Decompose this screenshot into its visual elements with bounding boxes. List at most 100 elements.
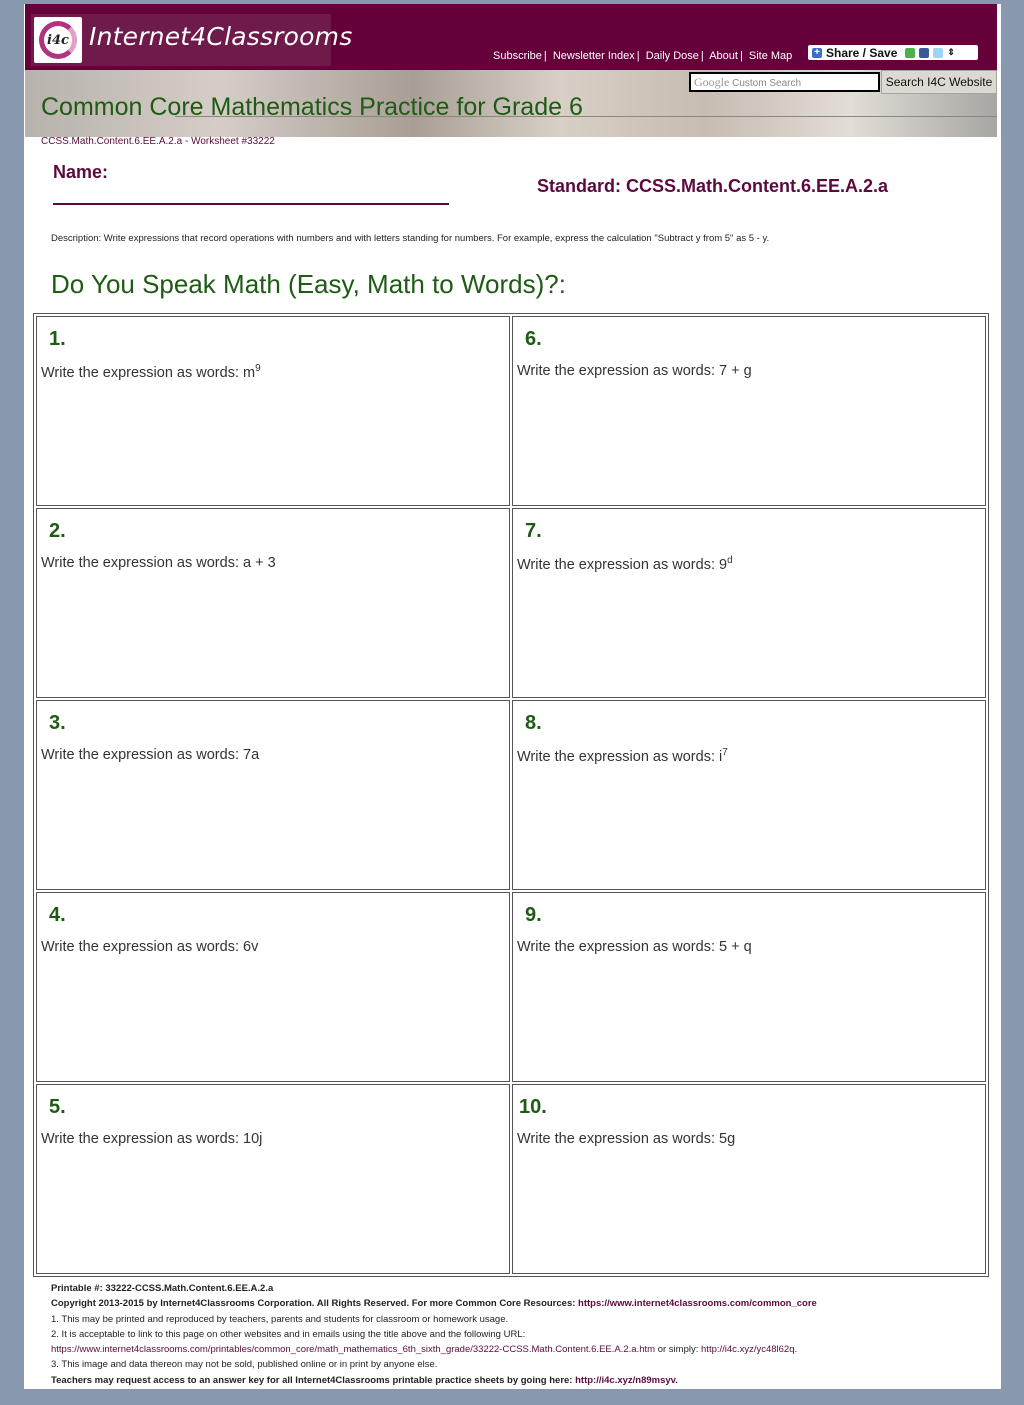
question-prompt: Write the expression as words: i7 [517, 747, 728, 765]
standard-label: Standard: CCSS.Math.Content.6.EE.A.2.a [537, 176, 889, 196]
section-heading: Do You Speak Math (Easy, Math to Words)?… [51, 269, 566, 299]
search-placeholder: Custom Search [732, 78, 802, 89]
nav-newsletter-index[interactable]: Newsletter Index [553, 50, 635, 62]
question-cell: 7. Write the expression as words: 9d [512, 508, 986, 698]
google-brand: Google [694, 75, 730, 89]
i4c-logo-icon: i4c [34, 17, 82, 63]
question-cell: 4. Write the expression as words: 6v [36, 892, 510, 1082]
footer: Printable #: 33222-CCSS.Math.Content.6.E… [51, 1281, 817, 1388]
printable-number: Printable #: 33222-CCSS.Math.Content.6.E… [51, 1283, 274, 1294]
nav-subscribe[interactable]: Subscribe [493, 50, 542, 62]
prompt-text: Write the expression as words: [517, 939, 720, 955]
nav-site-map[interactable]: Site Map [749, 50, 792, 62]
expression-exponent: 9 [255, 363, 261, 374]
share-plus-icon: + [812, 47, 822, 58]
separator: | [636, 50, 640, 62]
worksheet-id: CCSS.Math.Content.6.EE.A.2.a - Worksheet… [41, 136, 275, 147]
long-url-link[interactable]: https://www.internet4classrooms.com/prin… [51, 1344, 655, 1355]
description: Description: Write expressions that reco… [51, 233, 770, 244]
search-input[interactable]: Google Custom Search [689, 72, 880, 92]
nav-about[interactable]: About [709, 50, 738, 62]
expression-exponent: 7 [722, 747, 728, 758]
copyright-text: Copyright 2013-2015 by Internet4Classroo… [51, 1298, 579, 1310]
expression-base: 5 + q [719, 939, 752, 955]
prompt-text: Write the expression as words: [41, 1131, 244, 1147]
question-number: 10. [519, 1096, 547, 1118]
question-number: 7. [525, 520, 542, 542]
question-number: 6. [525, 328, 542, 350]
expression-base: m [243, 364, 256, 381]
question-number: 5. [49, 1096, 66, 1118]
question-prompt: Write the expression as words: 9d [517, 555, 733, 573]
logo-text: Internet4Classrooms [89, 22, 353, 51]
question-cell: 2. Write the expression as words: a + 3 [36, 508, 510, 698]
question-cell: 9. Write the expression as words: 5 + q [512, 892, 986, 1082]
question-prompt: Write the expression as words: 6v [41, 939, 258, 955]
expression-base: 5g [719, 1131, 736, 1147]
expression-base: 7a [243, 747, 260, 763]
note-1: 1. This may be printed and reproduced by… [51, 1313, 509, 1325]
top-nav: Subscribe | Newsletter Index | Daily Dose |… [493, 50, 792, 62]
answer-key: Teachers may request access to an answer… [51, 1373, 817, 1388]
twitter-icon[interactable] [933, 47, 944, 58]
prompt-text: Write the expression as words: [41, 364, 244, 381]
expression-base: 10j [243, 1131, 263, 1147]
share-email-icon[interactable] [905, 47, 916, 58]
prompt-text: Write the expression as words: [41, 939, 244, 955]
expression-exponent: d [727, 555, 733, 566]
site-header: i4c Internet4Classrooms Subscribe | Newsl… [25, 4, 997, 70]
question-cell: 10. Write the expression as words: 5g [512, 1084, 986, 1274]
separator: | [543, 50, 547, 62]
share-label: Share / Save [826, 45, 898, 60]
question-number: 4. [49, 904, 66, 926]
prompt-text: Write the expression as words: [517, 748, 720, 765]
prompt-text: Write the expression as words: [41, 747, 244, 763]
question-number: 9. [525, 904, 542, 926]
facebook-icon[interactable] [919, 47, 930, 58]
share-save-button[interactable]: + Share / Save ⇕ [808, 45, 978, 60]
answer-key-link[interactable]: http://i4c.xyz/n89msyv. [575, 1375, 678, 1386]
question-number: 8. [525, 712, 542, 734]
separator: | [700, 50, 704, 62]
url-line: https://www.internet4classrooms.com/prin… [51, 1342, 817, 1357]
short-url-link[interactable]: http://i4c.xyz/yc48l62q. [701, 1344, 797, 1355]
question-number: 3. [49, 712, 66, 734]
expression-base: a + 3 [243, 555, 276, 571]
answer-key-text: Teachers may request access to an answer… [51, 1374, 576, 1386]
prompt-text: Write the expression as words: [517, 1131, 720, 1147]
question-number: 2. [49, 520, 66, 542]
question-prompt: Write the expression as words: a + 3 [41, 555, 276, 571]
question-grid: 1. Write the expression as words: m9 2. Wri… [33, 313, 989, 1277]
name-line [53, 203, 449, 205]
question-prompt: Write the expression as words: 5g [517, 1131, 735, 1147]
separator: | [739, 50, 743, 62]
question-cell: 1. Write the expression as words: m9 [36, 316, 510, 506]
question-prompt: Write the expression as words: 7a [41, 747, 259, 763]
page: i4c Internet4Classrooms Subscribe | Newsl… [24, 4, 1001, 1389]
or-simply: or simply: [655, 1344, 702, 1356]
prompt-text: Write the expression as words: [517, 556, 720, 573]
name-label: Name: [53, 162, 109, 182]
prompt-text: Write the expression as words: [41, 555, 244, 571]
common-core-link[interactable]: https://www.internet4classrooms.com/comm… [578, 1298, 817, 1309]
expression-base: 9 [719, 556, 728, 573]
question-cell: 3. Write the expression as words: 7a [36, 700, 510, 890]
question-prompt: Write the expression as words: 7 + g [517, 363, 752, 379]
question-number: 1. [49, 328, 66, 350]
prompt-text: Write the expression as words: [517, 363, 720, 379]
expression-base: 7 + g [719, 363, 752, 379]
site-logo[interactable]: i4c Internet4Classrooms [31, 14, 352, 66]
note-3: 3. This image and data thereon may not b… [51, 1359, 438, 1371]
copyright: Copyright 2013-2015 by Internet4Classroo… [51, 1296, 817, 1311]
note-2: 2. It is acceptable to link to this page… [51, 1328, 526, 1340]
question-prompt: Write the expression as words: m9 [41, 363, 261, 381]
question-prompt: Write the expression as words: 10j [41, 1131, 262, 1147]
nav-daily-dose[interactable]: Daily Dose [646, 50, 699, 62]
expression-base: 6v [243, 939, 259, 955]
question-prompt: Write the expression as words: 5 + q [517, 939, 752, 955]
search-button[interactable]: Search I4C Website [881, 70, 997, 94]
question-cell: 6. Write the expression as words: 7 + g [512, 316, 986, 506]
dropdown-arrows-icon[interactable]: ⇕ [947, 47, 955, 58]
question-cell: 5. Write the expression as words: 10j [36, 1084, 510, 1274]
question-cell: 8. Write the expression as words: i7 [512, 700, 986, 890]
